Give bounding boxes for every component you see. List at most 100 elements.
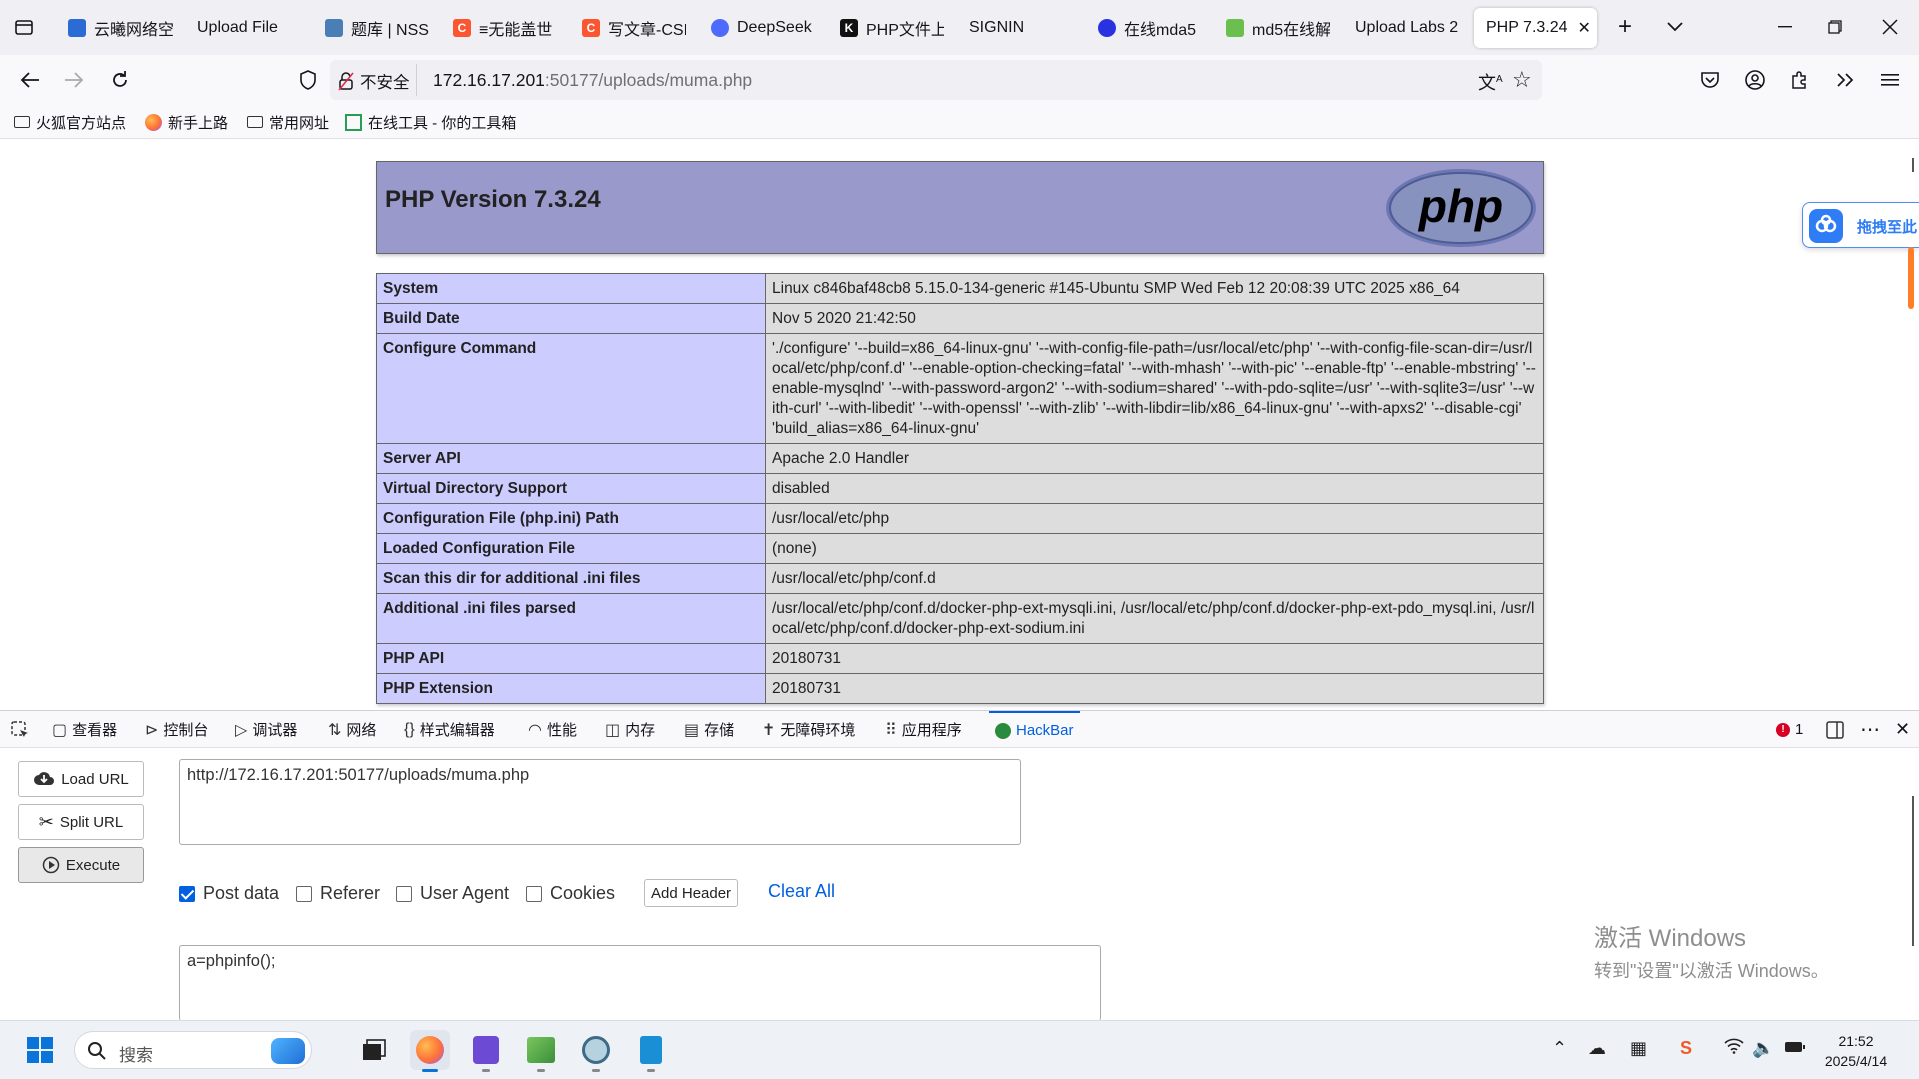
post-data-input[interactable]: a=phpinfo(); bbox=[179, 945, 1101, 1021]
user-agent-checkbox[interactable]: User Agent bbox=[396, 883, 509, 904]
tab-2[interactable]: 题库 | NSS bbox=[325, 8, 429, 48]
task-view-icon[interactable] bbox=[354, 1030, 394, 1070]
tab-1[interactable]: Upload File bbox=[197, 8, 297, 48]
hackbar-url-input[interactable]: http://172.16.17.201:50177/uploads/muma.… bbox=[179, 759, 1021, 845]
devtools-tab-performance[interactable]: ◠ 性能 bbox=[528, 711, 577, 748]
bookmark-item[interactable]: 新手上路 bbox=[145, 111, 228, 133]
forward-icon[interactable] bbox=[58, 64, 90, 96]
wifi-icon[interactable] bbox=[1724, 1038, 1744, 1059]
phpinfo-key: Build Date bbox=[376, 303, 766, 334]
error-count-badge[interactable]: ! 1 bbox=[1776, 711, 1803, 748]
close-devtools-icon[interactable]: ✕ bbox=[1895, 711, 1910, 748]
menu-icon[interactable] bbox=[1874, 64, 1906, 96]
bookmark-star-icon[interactable]: ☆ bbox=[1512, 67, 1532, 93]
restore-icon[interactable] bbox=[1815, 10, 1855, 44]
devtools-tab-hackbar[interactable]: HackBar bbox=[989, 711, 1080, 748]
phpinfo-key: PHP Extension bbox=[376, 673, 766, 704]
security-indicator[interactable]: 不安全 bbox=[338, 69, 410, 93]
dock-side-icon[interactable] bbox=[1826, 711, 1844, 748]
devtools-tab-console[interactable]: ⊳ 控制台 bbox=[145, 711, 208, 748]
tab-9[interactable]: md5在线解 bbox=[1226, 8, 1330, 48]
chevron-down-icon[interactable] bbox=[1655, 10, 1695, 44]
vs-code-taskbar-icon[interactable] bbox=[466, 1030, 506, 1072]
overflow-chevrons-icon[interactable] bbox=[1829, 64, 1861, 96]
pocket-icon[interactable] bbox=[1694, 64, 1726, 96]
tab-favicon-icon: K bbox=[840, 19, 858, 37]
input-method-icon[interactable]: S bbox=[1680, 1038, 1692, 1059]
more-options-icon[interactable]: ⋯ bbox=[1860, 711, 1880, 748]
clock[interactable]: 21:52 2025/4/14 bbox=[1822, 1031, 1890, 1071]
bookmark-item[interactable]: 常用网址 bbox=[247, 111, 329, 133]
tab-label: DeepSeek bbox=[737, 19, 812, 36]
devtools-tab-inspector[interactable]: ▢ 查看器 bbox=[52, 711, 117, 748]
navigation-toolbar: 不安全 172.16.17.201:50177/uploads/muma.php… bbox=[0, 55, 1919, 105]
back-icon[interactable] bbox=[14, 64, 46, 96]
add-header-button[interactable]: Add Header bbox=[644, 879, 739, 907]
bookmark-item[interactable]: 在线工具 - 你的工具箱 bbox=[345, 111, 516, 133]
devtools-tab-network[interactable]: ⇅ 网络 bbox=[328, 711, 376, 748]
tab-label: Upload Labs 2 bbox=[1355, 19, 1459, 36]
running-indicator bbox=[482, 1069, 490, 1072]
tab-6[interactable]: K PHP文件上 bbox=[840, 8, 944, 48]
windows-activation-watermark: 激活 Windows 转到"设置"以激活 Windows。 bbox=[1594, 925, 1829, 981]
clock-date: 2025/4/14 bbox=[1824, 1053, 1888, 1069]
split-url-button[interactable]: ✂ Split URL bbox=[18, 804, 144, 840]
bookmark-item[interactable]: 火狐官方站点 bbox=[14, 111, 126, 133]
load-url-button[interactable]: Load URL bbox=[18, 761, 144, 797]
tab-0[interactable]: 云曦网络空 bbox=[68, 8, 180, 48]
referer-checkbox[interactable]: Referer bbox=[296, 883, 380, 904]
tab-4[interactable]: C 写文章-CSI bbox=[582, 8, 686, 48]
baidu-netdisk-drop-widget[interactable]: 拖拽至此 bbox=[1802, 202, 1919, 248]
execute-button[interactable]: Execute bbox=[18, 847, 144, 883]
onedrive-icon[interactable]: ☁ bbox=[1588, 1038, 1606, 1059]
taskbar-search-box[interactable]: 搜索 bbox=[74, 1031, 312, 1069]
extensions-icon[interactable] bbox=[1784, 64, 1816, 96]
phpinfo-value: './configure' '--build=x86_64-linux-gnu'… bbox=[765, 333, 1544, 444]
close-tab-icon[interactable]: ✕ bbox=[1578, 18, 1591, 38]
tab-10[interactable]: Upload Labs 2 bbox=[1355, 8, 1465, 48]
chevron-up-icon[interactable]: ⌃ bbox=[1552, 1038, 1567, 1059]
tab-7[interactable]: SIGNIN bbox=[969, 8, 1069, 48]
minimize-icon[interactable] bbox=[1765, 10, 1805, 44]
side-scroll-thumb[interactable] bbox=[1908, 247, 1914, 309]
account-icon[interactable] bbox=[1739, 64, 1771, 96]
new-tab-icon[interactable]: + bbox=[1605, 10, 1645, 44]
devtools-tab-debugger[interactable]: ▷ 调试器 bbox=[235, 711, 297, 748]
url-text[interactable]: 172.16.17.201:50177/uploads/muma.php bbox=[433, 70, 752, 91]
volume-icon[interactable]: 🔈 bbox=[1752, 1038, 1774, 1059]
element-picker-icon[interactable] bbox=[10, 711, 30, 748]
bookmark-label: 在线工具 - 你的工具箱 bbox=[368, 114, 517, 132]
tab-5[interactable]: DeepSeek bbox=[711, 8, 815, 48]
translate-icon[interactable]: 文A bbox=[1478, 69, 1503, 95]
running-indicator bbox=[647, 1069, 655, 1072]
devtools-tab-accessibility[interactable]: ✝ 无障碍环境 bbox=[762, 711, 855, 748]
url-host: 172.16.17.201 bbox=[433, 70, 545, 90]
url-bar[interactable]: 不安全 172.16.17.201:50177/uploads/muma.php… bbox=[330, 60, 1542, 100]
php-logo-icon: php bbox=[1386, 169, 1536, 247]
post-data-checkbox[interactable]: Post data bbox=[179, 883, 279, 904]
folder-icon bbox=[247, 116, 263, 128]
tab-active[interactable]: PHP 7.3.24 ✕ bbox=[1474, 8, 1597, 48]
windows-start-icon[interactable] bbox=[20, 1030, 60, 1070]
reload-icon[interactable] bbox=[104, 64, 136, 96]
notepad-taskbar-icon[interactable] bbox=[631, 1030, 671, 1072]
devtools-tab-memory[interactable]: ◫ 内存 bbox=[605, 711, 655, 748]
clear-all-link[interactable]: Clear All bbox=[768, 881, 835, 902]
devtools-tab-application[interactable]: ⠿ 应用程序 bbox=[885, 711, 962, 748]
firefox-icon bbox=[145, 113, 162, 131]
network-tool-taskbar-icon[interactable] bbox=[576, 1030, 616, 1072]
phpinfo-key: System bbox=[376, 273, 766, 304]
image-app-taskbar-icon[interactable] bbox=[521, 1030, 561, 1072]
tab-8[interactable]: 在线mda5 bbox=[1098, 8, 1202, 48]
firefox-taskbar-icon[interactable] bbox=[410, 1030, 450, 1072]
devtools-tab-style-editor[interactable]: {} 样式编辑器 bbox=[404, 711, 495, 748]
tab-3[interactable]: C ≡无能盖世 bbox=[453, 8, 557, 48]
close-window-icon[interactable] bbox=[1870, 10, 1910, 44]
tab-overview-icon[interactable] bbox=[4, 10, 44, 44]
battery-icon[interactable] bbox=[1784, 1038, 1806, 1059]
cookies-checkbox[interactable]: Cookies bbox=[526, 883, 615, 904]
tracking-shield-icon[interactable] bbox=[292, 64, 324, 96]
grid-icon: ⠿ bbox=[885, 721, 897, 739]
devtools-tab-storage[interactable]: ▤ 存储 bbox=[684, 711, 734, 748]
tray-app-icon[interactable]: ▦ bbox=[1630, 1038, 1647, 1059]
